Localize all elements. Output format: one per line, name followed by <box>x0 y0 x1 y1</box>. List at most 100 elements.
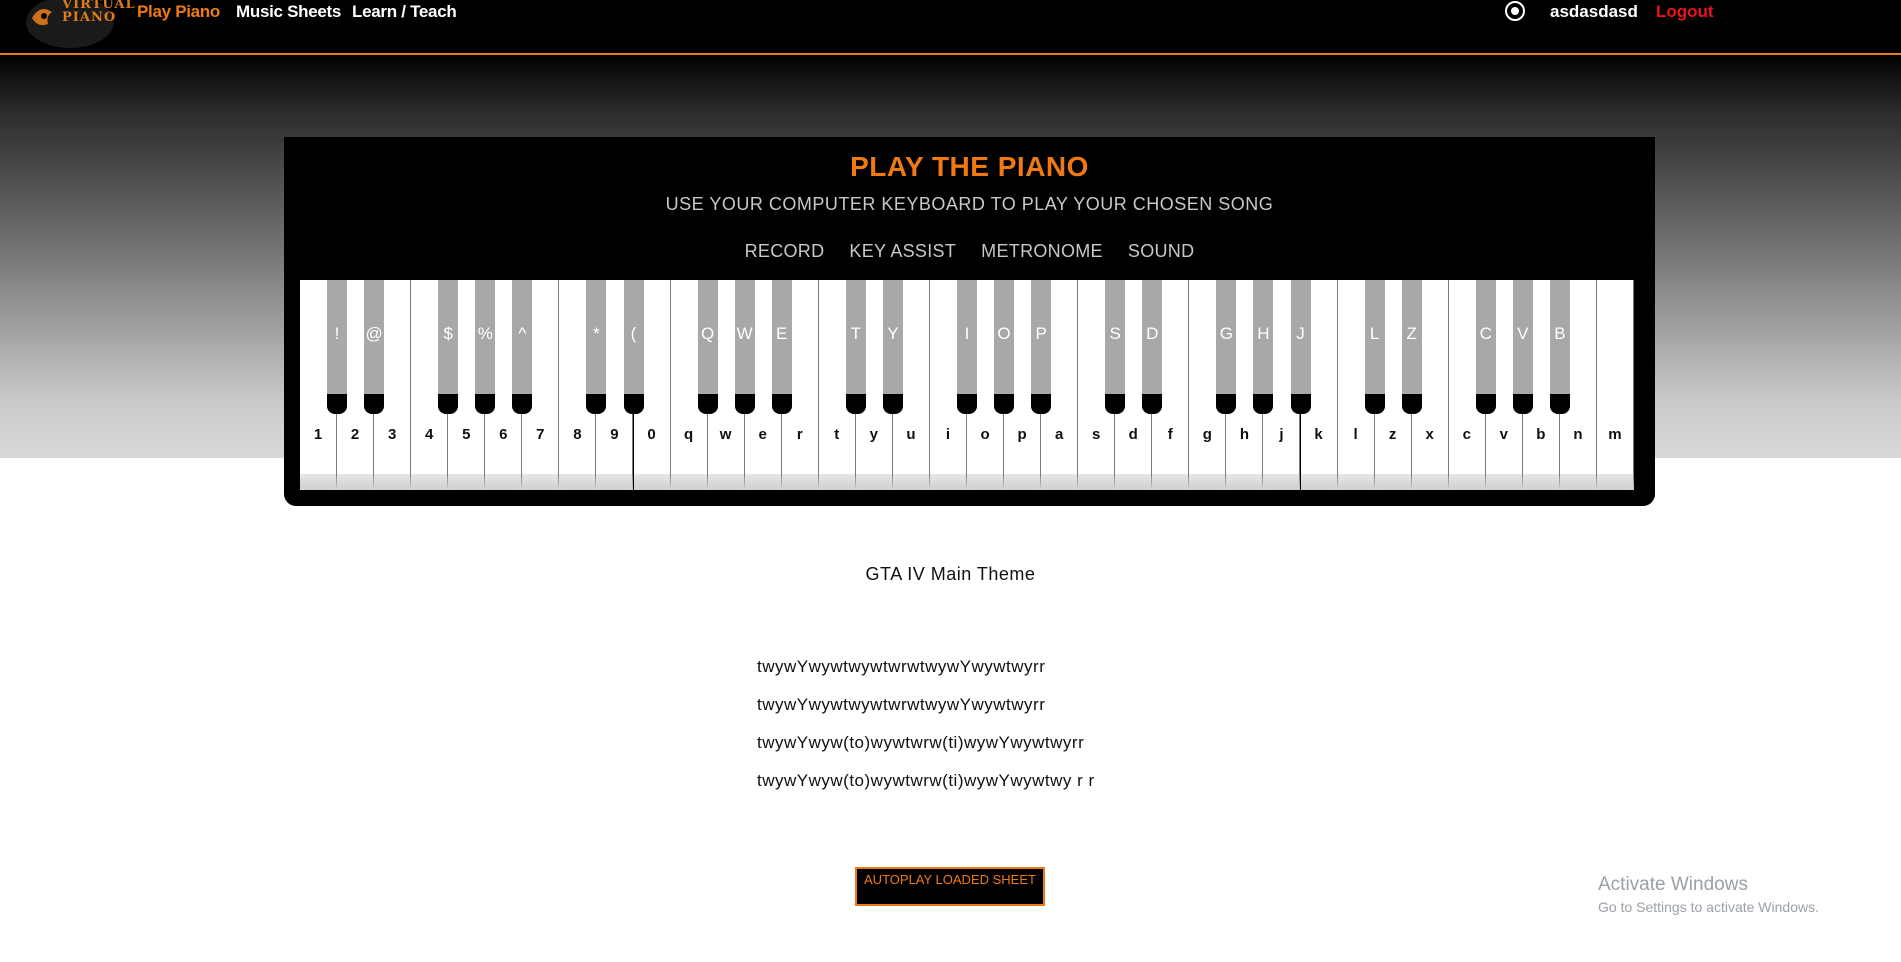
white-key[interactable]: m <box>1596 280 1634 490</box>
autoplay-button[interactable]: AUTOPLAY LOADED SHEET <box>855 867 1045 906</box>
panel-subtitle: USE YOUR COMPUTER KEYBOARD TO PLAY YOUR … <box>665 194 1274 214</box>
black-key-label: ! <box>334 324 340 343</box>
black-key-tip <box>327 394 348 414</box>
black-key[interactable]: E <box>771 280 792 414</box>
black-key[interactable]: C <box>1475 280 1496 414</box>
white-key-label: v <box>1499 426 1508 443</box>
white-key-label: d <box>1128 426 1138 443</box>
black-key-tip <box>1216 394 1237 414</box>
black-key-label: Q <box>700 324 715 343</box>
white-key-label: 2 <box>350 426 360 443</box>
black-key[interactable]: ( <box>623 280 644 414</box>
record-option[interactable]: RECORD <box>745 241 825 261</box>
black-key-tip <box>1549 394 1570 414</box>
black-key-tip <box>1105 394 1126 414</box>
white-key-label: 9 <box>610 426 619 443</box>
white-key-label: 1 <box>313 426 323 443</box>
black-key[interactable]: $ <box>438 280 459 414</box>
nav-play-piano[interactable]: Play Piano <box>137 2 220 22</box>
key-assist-option[interactable]: KEY ASSIST <box>849 241 956 261</box>
black-key-label: G <box>1219 324 1233 343</box>
sheet-line: twywYwyw(to)wywtwrw(ti)wywYwywtwyrr <box>757 733 1085 752</box>
white-key-label: u <box>906 426 916 443</box>
black-key-tip <box>438 394 459 414</box>
black-key[interactable]: O <box>994 280 1015 414</box>
black-key-tip <box>475 394 496 414</box>
black-key[interactable]: J <box>1290 280 1311 414</box>
black-key[interactable]: P <box>1031 280 1052 414</box>
black-key[interactable]: @ <box>364 280 385 414</box>
panel-title: PLAY THE PIANO <box>850 151 1089 182</box>
music-sheet: twywYwywtwywtwrwtwywYwywtwyrr twywYwywtw… <box>757 656 1357 808</box>
black-key-tip <box>586 394 607 414</box>
record-icon[interactable] <box>1505 1 1525 21</box>
white-key-label: q <box>683 426 694 443</box>
black-key[interactable]: ! <box>327 280 348 414</box>
sheet-line: twywYwyw(to)wywtwrw(ti)wywYwywtwy r r <box>757 771 1095 790</box>
black-key[interactable]: D <box>1142 280 1163 414</box>
logout-link[interactable]: Logout <box>1656 2 1714 22</box>
activate-windows-subtitle: Go to Settings to activate Windows. <box>1598 899 1819 915</box>
black-key-tip <box>845 394 866 414</box>
white-key-label: b <box>1536 426 1546 443</box>
white-key-label: 0 <box>647 426 656 443</box>
black-key-label: % <box>477 324 493 343</box>
black-key[interactable]: Y <box>882 280 903 414</box>
white-key-label: h <box>1239 426 1249 443</box>
black-key-tip <box>734 394 755 414</box>
white-key-label: i <box>945 426 951 443</box>
black-key-label: J <box>1296 324 1305 343</box>
top-navbar: VIRTUAL PIANO Play Piano Music Sheets Le… <box>0 0 1901 55</box>
black-key-label: $ <box>443 324 453 343</box>
black-key[interactable]: * <box>586 280 607 414</box>
black-key-label: Y <box>887 324 899 343</box>
black-key[interactable]: % <box>475 280 496 414</box>
black-key[interactable]: H <box>1253 280 1274 414</box>
black-key[interactable]: I <box>957 280 977 414</box>
white-key-label: o <box>980 426 990 443</box>
black-key-label: T <box>850 324 862 343</box>
nav-music-sheets[interactable]: Music Sheets <box>236 2 341 22</box>
white-key-label: s <box>1092 426 1101 443</box>
white-key-label: r <box>796 426 803 443</box>
song-title: GTA IV Main Theme <box>865 564 1036 584</box>
black-key-label: O <box>997 324 1011 343</box>
black-key-label: ( <box>630 324 637 343</box>
black-key-tip <box>771 394 792 414</box>
black-key-tip <box>882 394 903 414</box>
white-key-label: g <box>1202 426 1212 443</box>
black-key[interactable]: T <box>845 280 866 414</box>
black-key[interactable]: S <box>1105 280 1126 414</box>
white-key-label: 4 <box>425 426 434 443</box>
black-key-tip <box>697 394 718 414</box>
sound-option[interactable]: SOUND <box>1128 241 1195 261</box>
black-key[interactable]: Z <box>1401 280 1422 414</box>
black-key-label: C <box>1479 324 1492 343</box>
username[interactable]: asdasdasd <box>1550 2 1638 22</box>
black-key[interactable]: W <box>734 280 755 414</box>
black-key[interactable]: L <box>1364 280 1385 414</box>
black-key-label: V <box>1517 324 1529 343</box>
black-key-label: B <box>1554 324 1566 343</box>
white-key-label: w <box>719 426 732 443</box>
white-key-label: 6 <box>499 426 508 443</box>
black-key[interactable]: ^ <box>512 280 533 414</box>
piano-keyboard: 1 2 3 4 5 6 7 8 9 0 q w e r t y u i o p a s d f g h j k l z x c v b n m! @ $%… <box>300 280 1634 490</box>
white-key-label: 8 <box>573 426 582 443</box>
white-key-label: c <box>1462 426 1471 443</box>
black-key-label: ^ <box>518 324 527 343</box>
black-key-label: W <box>736 324 753 343</box>
white-key-label: 5 <box>462 426 471 443</box>
black-key[interactable]: G <box>1216 280 1237 414</box>
black-key-tip <box>623 394 644 414</box>
black-key-label: E <box>776 324 788 343</box>
black-key-label: * <box>593 324 600 343</box>
nav-learn-teach[interactable]: Learn / Teach <box>352 2 457 22</box>
white-key-label: y <box>869 426 879 443</box>
black-key[interactable]: B <box>1549 280 1570 414</box>
metronome-option[interactable]: METRONOME <box>981 241 1103 261</box>
black-key[interactable]: V <box>1512 280 1533 414</box>
site-logo[interactable]: VIRTUAL PIANO <box>22 0 135 50</box>
black-key[interactable]: Q <box>697 280 718 414</box>
panel-menu: RECORD KEY ASSIST METRONOME SOUND <box>284 241 1655 262</box>
